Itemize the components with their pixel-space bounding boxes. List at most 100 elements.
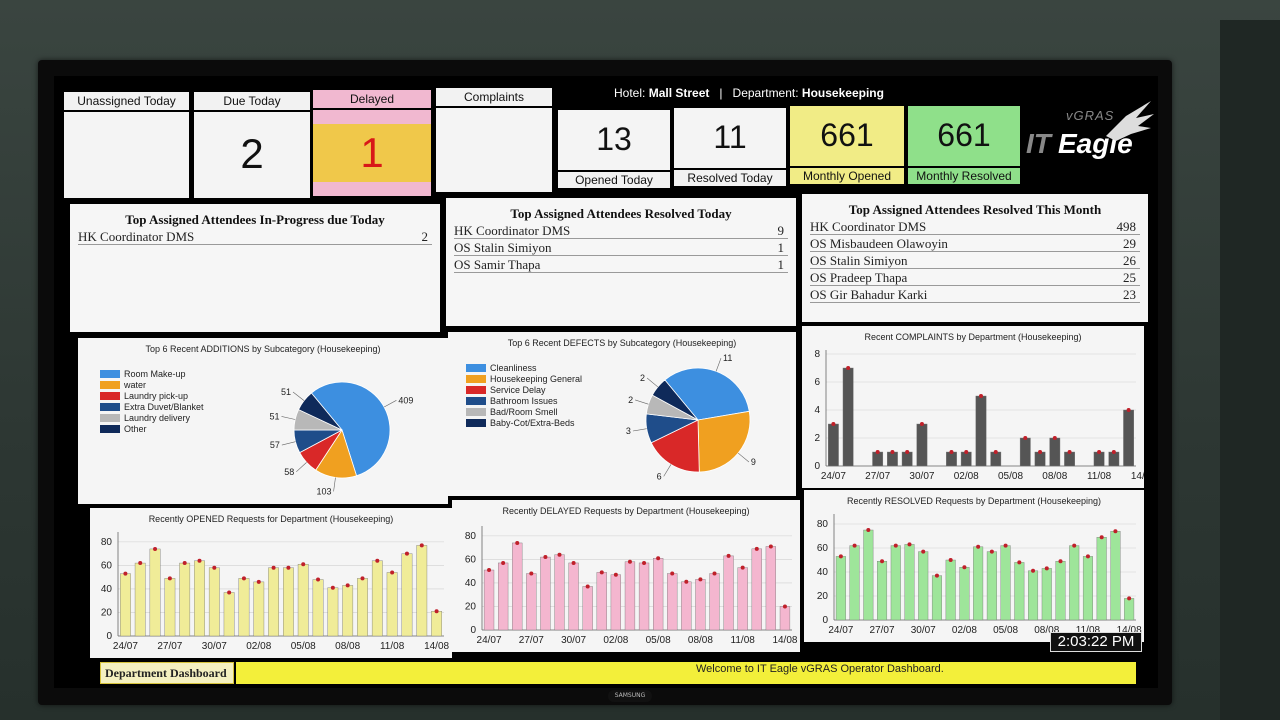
bar [877,560,888,621]
chart-delayed-bar: 0 20 40 60 80 24/07 27/07 30/07 02/08 05/08 08/08 1… [452,500,800,652]
attendee-name: OS Pradeep Thapa [810,270,908,285]
bar [624,561,636,631]
slice-leader-line [663,464,672,477]
x-tick-label: 24/07 [828,625,853,636]
bar-marker [197,558,202,563]
table-row[interactable]: OS Stalin Simiyon 26 [810,252,1140,269]
bar [1028,570,1039,621]
table-row[interactable]: HK Coordinator DMS 2 [78,228,432,245]
kpi-due-today[interactable]: Due Today 2 [194,92,310,198]
bar-marker [1111,450,1116,454]
kpi-value-box [64,112,189,198]
chart-title: Recent COMPLAINTS by Department (Houseke… [864,332,1082,342]
table-row[interactable]: OS Gir Bahadur Karki 23 [810,286,1140,303]
y-tick-label: 80 [817,519,829,530]
legend-label: Bad/Room Smell [490,406,558,417]
table-row[interactable]: HK Coordinator DMS 9 [454,222,788,239]
bar-marker [627,559,632,564]
bar-marker [831,422,836,426]
attendee-count: 1 [777,257,785,272]
bar [916,423,928,467]
bar-marker [642,560,647,565]
bar-chart-svg: 02040608024/07 27/07 30/07 02/08 05/08 08/08 1… [465,526,798,646]
attendee-count: 25 [1123,270,1136,285]
legend-swatch [466,363,486,372]
table-row[interactable]: OS Misbaudeen Olawoyin 29 [810,235,1140,252]
attendee-count: 2 [421,229,429,244]
x-tick-label: 24/07 [113,641,138,652]
bar-marker [271,565,276,570]
legend-item: Bathroom Issues [466,395,582,406]
kpi-delayed[interactable]: Delayed 1 [313,90,431,196]
bar [990,451,1002,467]
kpi-resolved-today[interactable]: 11 Resolved Today [674,108,786,186]
bar [918,551,929,621]
legend-swatch [100,369,120,378]
bar-marker [1099,535,1104,540]
bar [695,579,706,631]
table-row[interactable]: HK Coordinator DMS 498 [810,218,1140,235]
bar-marker [993,450,998,454]
bar-marker [1038,450,1043,454]
bar-marker [1097,450,1102,454]
bar [149,548,161,637]
kpi-monthly-resolved[interactable]: 661 Monthly Resolved [908,106,1020,184]
attendee-count: 1 [777,240,785,255]
legend-item: Cleanliness [466,362,582,373]
slice-value-label: 409 [398,395,413,405]
bar [709,573,720,631]
bar-marker [1085,554,1090,559]
bar [945,559,956,621]
bar [582,586,593,631]
kpi-monthly-opened[interactable]: 661 Monthly Opened [790,106,904,184]
legend-swatch [466,396,486,405]
bar-marker [893,543,898,548]
x-tick-label: 02/08 [603,635,628,646]
legend-swatch [466,418,486,427]
chart-additions-pie: Top 6 Recent ADDITIONS by Subcategory (H… [78,338,448,504]
bar-marker [571,560,576,565]
slice-leader-line [281,416,296,420]
table-resolved-this-month: Top Assigned Attendees Resolved This Mon… [802,194,1148,322]
bar [779,606,791,631]
bar [194,560,205,637]
attendee-name: HK Coordinator DMS [454,223,571,238]
table-row[interactable]: OS Stalin Simiyon 1 [454,239,788,256]
bar-marker [501,560,506,565]
bar-marker [286,565,291,570]
kpi-label: Opened Today [558,172,670,188]
slice-value-label: 2 [628,395,633,405]
eagle-icon [1106,101,1154,141]
legend-swatch [466,407,486,416]
kpi-value-box: 661 [790,106,904,166]
table-row[interactable]: OS Pradeep Thapa 25 [810,269,1140,286]
slice-leader-line [646,377,659,388]
x-tick-label: 30/07 [202,641,227,652]
bar [737,567,748,631]
slice-leader-line [737,452,750,463]
slice-leader-line [296,462,307,473]
x-tick-label: 27/07 [865,471,890,482]
department-dashboard-tab[interactable]: Department Dashboard [100,662,234,684]
table-row[interactable]: OS Samir Thapa 1 [454,256,788,273]
chart-legend: Room Make-up water Laundry pick-up Extra Du… [100,368,204,434]
bar-marker [989,549,994,554]
bar [554,554,565,631]
x-tick-label: 27/07 [870,625,895,636]
separator: | [719,86,723,100]
x-tick-label: 05/08 [998,471,1023,482]
kpi-unassigned-today[interactable]: Unassigned Today [64,92,189,198]
x-tick-label: 05/08 [993,625,1018,636]
x-tick-label: 24/07 [477,635,502,646]
legend-swatch [100,402,120,411]
legend-swatch [466,374,486,383]
bar-marker [543,555,548,560]
kpi-value-box: 2 [194,112,310,198]
kpi-complaints[interactable]: Complaints [436,88,552,192]
kpi-opened-today[interactable]: 13 Opened Today [558,110,670,188]
slice-leader-line [383,400,397,408]
x-tick-label: 05/08 [291,641,316,652]
slice-value-label: 51 [281,387,291,397]
bar [638,562,650,631]
x-tick-label: 08/08 [688,635,713,646]
